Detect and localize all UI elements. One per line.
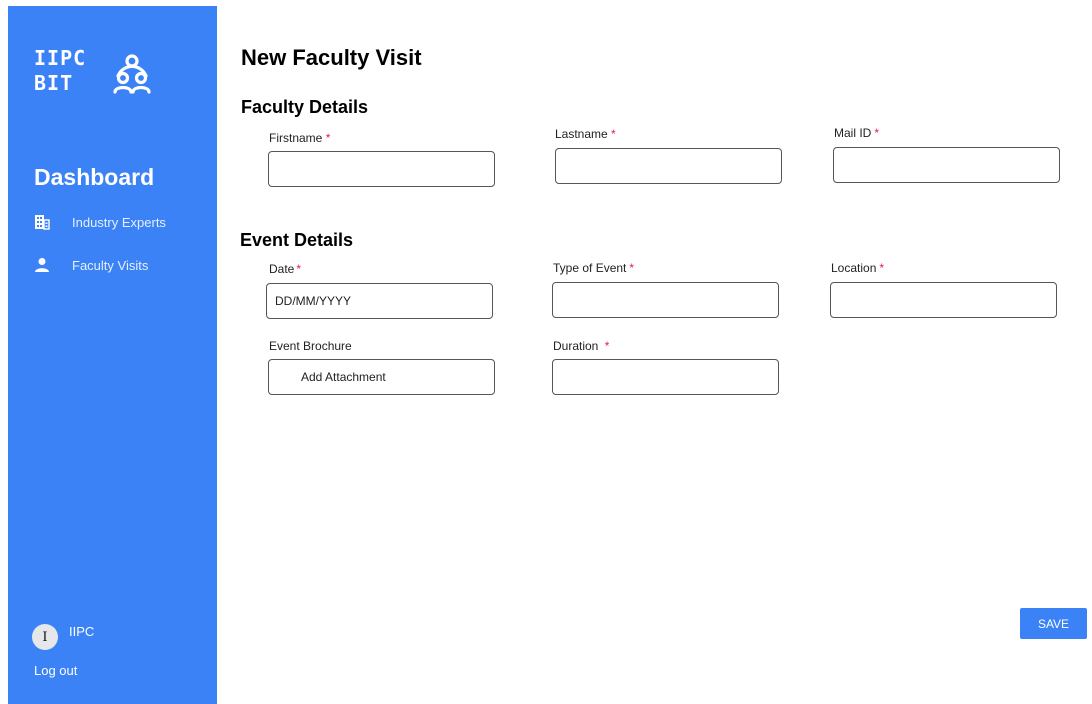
- faculty-details-heading: Faculty Details: [241, 97, 369, 117]
- sidebar-item-industry-experts[interactable]: Industry Experts: [34, 212, 214, 232]
- date-input[interactable]: [266, 283, 493, 319]
- duration-label: Duration *: [553, 339, 609, 353]
- sidebar-item-faculty-visits[interactable]: Faculty Visits: [34, 255, 214, 275]
- sidebar-item-label: Faculty Visits: [72, 257, 149, 273]
- lastname-label: Lastname *: [555, 127, 616, 141]
- person-icon: [34, 257, 50, 273]
- page-title: New Faculty Visit: [241, 45, 422, 70]
- lastname-input[interactable]: [555, 148, 782, 184]
- location-input[interactable]: [830, 282, 1057, 318]
- mail-id-input[interactable]: [833, 147, 1060, 183]
- firstname-label-text: Firstname: [269, 131, 323, 145]
- logo-line-2: BIT: [34, 71, 74, 95]
- location-label-text: Location: [831, 261, 877, 275]
- building-icon: [34, 214, 50, 230]
- user-name: IIPC: [69, 624, 95, 639]
- add-attachment-button[interactable]: Add Attachment: [268, 359, 495, 395]
- required-mark: *: [325, 131, 331, 145]
- type-of-event-label: Type of Event *: [553, 261, 634, 275]
- avatar[interactable]: I: [32, 624, 58, 650]
- event-details-heading: Event Details: [240, 230, 354, 250]
- event-brochure-label: Event Brochure: [269, 339, 352, 353]
- sidebar-item-label: Industry Experts: [72, 214, 166, 230]
- type-of-event-label-text: Type of Event: [553, 261, 627, 275]
- required-mark: *: [874, 126, 880, 140]
- type-of-event-input[interactable]: [552, 282, 779, 318]
- logout-link[interactable]: Log out: [34, 663, 77, 678]
- required-mark: *: [879, 261, 885, 275]
- location-label: Location *: [831, 261, 884, 275]
- required-mark: *: [629, 261, 635, 275]
- dashboard-title: Dashboard: [34, 164, 155, 190]
- required-mark: *: [604, 339, 610, 353]
- sidebar: IIPC BIT Dashboard Industry Experts Facu…: [8, 6, 217, 704]
- people-circle-icon: [113, 54, 151, 94]
- mail-id-label-text: Mail ID: [834, 126, 872, 140]
- logo-line-1: IIPC: [34, 46, 87, 70]
- required-mark: *: [296, 262, 302, 276]
- logo-text: IIPC BIT: [34, 46, 86, 96]
- date-label-text: Date: [269, 262, 295, 276]
- mail-id-label: Mail ID *: [834, 126, 879, 140]
- duration-label-text: Duration: [553, 339, 599, 353]
- logo: IIPC BIT: [34, 46, 174, 106]
- date-label: Date *: [269, 262, 301, 276]
- duration-input[interactable]: [552, 359, 779, 395]
- save-button[interactable]: SAVE: [1020, 608, 1087, 639]
- firstname-label: Firstname *: [269, 131, 330, 145]
- firstname-input[interactable]: [268, 151, 495, 187]
- lastname-label-text: Lastname: [555, 127, 608, 141]
- required-mark: *: [611, 127, 616, 141]
